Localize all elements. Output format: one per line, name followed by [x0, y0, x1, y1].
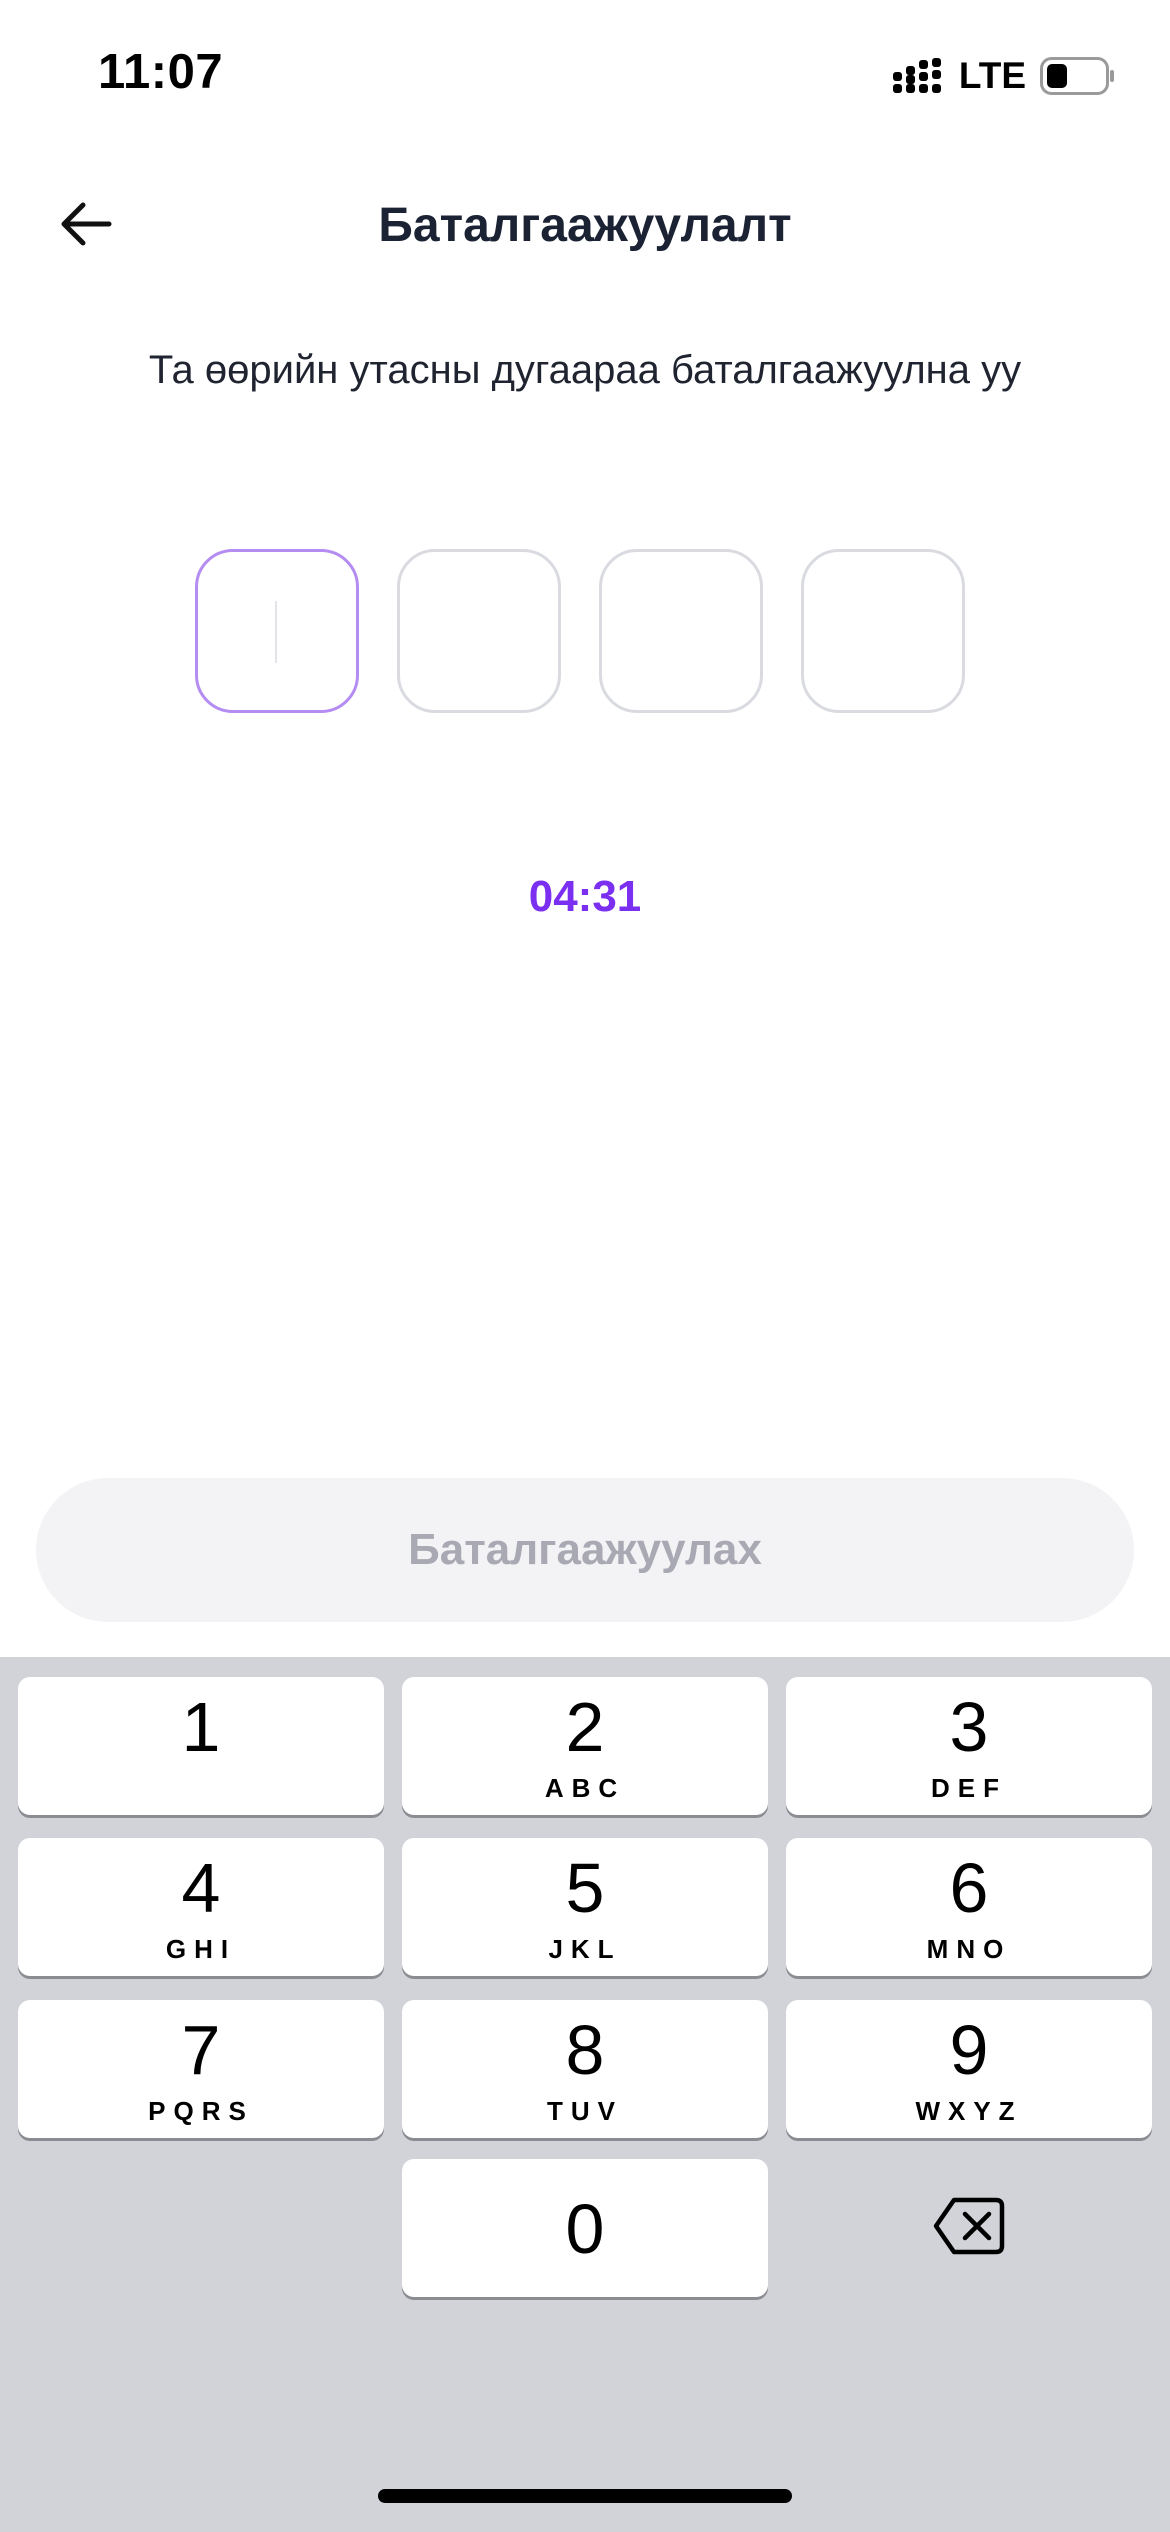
delete-key[interactable] — [786, 2159, 1152, 2297]
key-letters: TUV — [547, 2096, 623, 2126]
verification-screen: 11:07 LTE Баталгаажуулалт Та өөрийн утас… — [0, 0, 1170, 2532]
otp-input-group — [195, 549, 965, 713]
key-6[interactable]: 6 MNO — [786, 1838, 1152, 1976]
battery-icon — [1040, 57, 1116, 95]
key-5[interactable]: 5 JKL — [402, 1838, 768, 1976]
key-letters: GHI — [165, 1934, 237, 1964]
key-7[interactable]: 7 PQRS — [18, 2000, 384, 2138]
key-9[interactable]: 9 WXYZ — [786, 2000, 1152, 2138]
otp-digit-4[interactable] — [801, 549, 965, 713]
key-2[interactable]: 2 ABC — [402, 1677, 768, 1815]
otp-digit-2[interactable] — [397, 549, 561, 713]
otp-digit-3[interactable] — [599, 549, 763, 713]
nav-header: Баталгаажуулалт — [0, 180, 1170, 270]
key-digit: 8 — [565, 2011, 605, 2089]
key-letters: ABC — [544, 1773, 626, 1803]
key-digit: 2 — [565, 1688, 605, 1766]
key-letters: MNO — [926, 1934, 1012, 1964]
key-digit: 4 — [181, 1849, 221, 1927]
key-digit: 9 — [949, 2011, 989, 2089]
status-indicators: LTE — [892, 52, 1116, 100]
key-digit: 6 — [949, 1849, 989, 1927]
key-letters: WXYZ — [915, 2096, 1023, 2126]
confirm-button[interactable]: Баталгаажуулах — [36, 1478, 1134, 1622]
key-digit: 7 — [181, 2011, 221, 2089]
status-time: 11:07 — [98, 45, 224, 99]
text-caret — [275, 601, 277, 663]
countdown-timer: 04:31 — [528, 872, 642, 921]
cellular-signal-icon — [892, 58, 945, 94]
page-title: Баталгаажуулалт — [378, 199, 792, 252]
instruction-text: Та өөрийн утасны дугаараа баталгаажуулна… — [148, 348, 1022, 392]
key-digit: 1 — [181, 1688, 221, 1766]
key-letters: JKL — [548, 1934, 622, 1964]
key-0[interactable]: 0 — [402, 2159, 768, 2297]
key-digit: 0 — [565, 2190, 605, 2268]
key-1[interactable]: 1 — [18, 1677, 384, 1815]
key-letters: PQRS — [148, 2096, 254, 2126]
key-3[interactable]: 3 DEF — [786, 1677, 1152, 1815]
key-letters: DEF — [931, 1773, 1007, 1803]
home-indicator — [378, 2489, 792, 2503]
backspace-icon — [932, 2196, 1006, 2261]
key-digit: 3 — [949, 1688, 989, 1766]
otp-digit-1[interactable] — [195, 549, 359, 713]
key-8[interactable]: 8 TUV — [402, 2000, 768, 2138]
status-bar: 11:07 LTE — [0, 0, 1170, 150]
network-type: LTE — [958, 55, 1026, 96]
key-digit: 5 — [565, 1849, 605, 1927]
key-4[interactable]: 4 GHI — [18, 1838, 384, 1976]
